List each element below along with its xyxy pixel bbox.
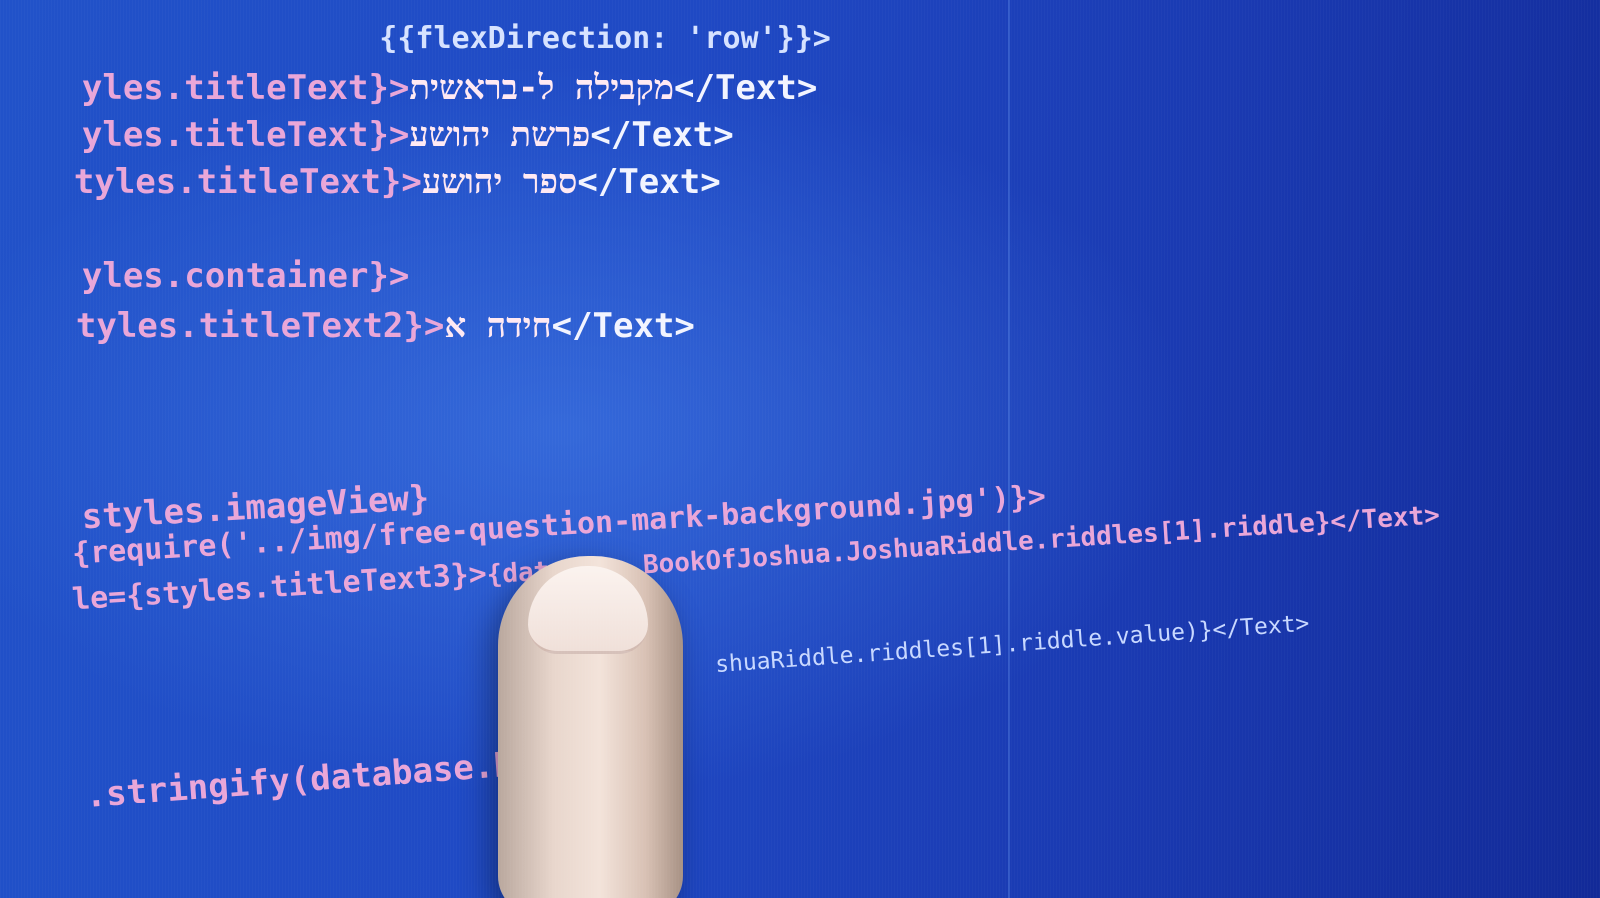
- code-line-5-hebrew: חידה א: [444, 306, 552, 346]
- code-line-8-prefix: le={styles.titleText3}>: [71, 556, 488, 618]
- code-editor-screen: {{flexDirection: 'row'}}> yles.titleText…: [0, 0, 1600, 898]
- code-line-5-suffix: </Text>: [551, 306, 695, 346]
- code-line-5: tyles.titleText2}>חידה א</Text>: [0, 266, 695, 386]
- code-line-3-hebrew: ספר יהושע: [421, 162, 578, 202]
- code-line-9-text: shuaRiddle.riddles[1].riddle.value)}</Te…: [714, 610, 1311, 679]
- fingernail: [528, 566, 648, 654]
- code-line-3-prefix: tyles.titleText}>: [73, 162, 422, 202]
- code-line-5-prefix: tyles.titleText2}>: [75, 306, 445, 346]
- code-line-3-suffix: </Text>: [577, 162, 721, 202]
- pointing-finger: [498, 556, 683, 898]
